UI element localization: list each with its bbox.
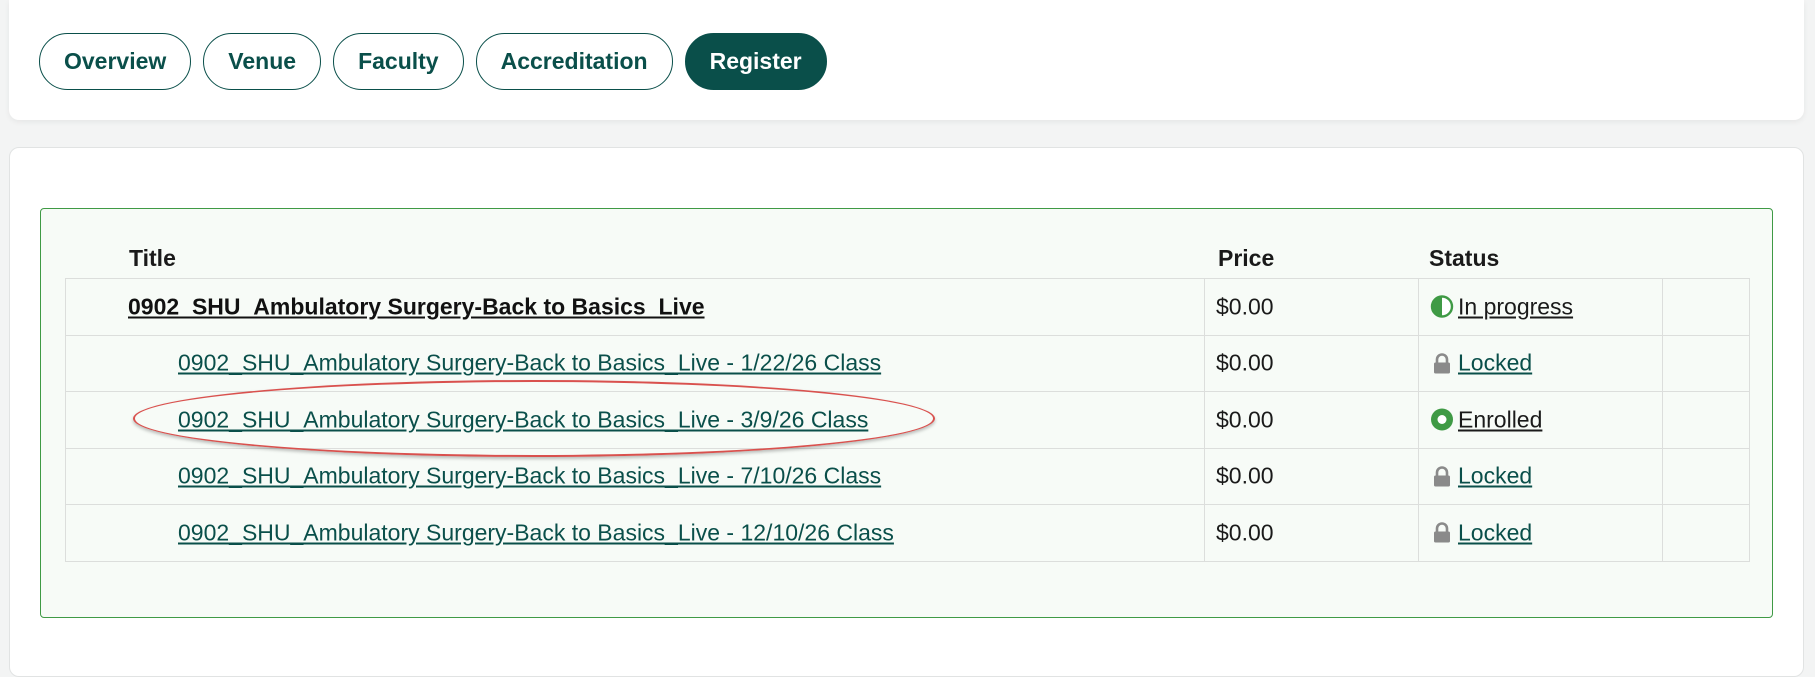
status-link-enrolled[interactable]: Enrolled <box>1458 406 1542 433</box>
table-row: 0902_SHU_Ambulatory Surgery-Back to Basi… <box>65 505 1750 562</box>
class-price: $0.00 <box>1216 462 1274 489</box>
enrolled-circle-icon <box>1431 408 1453 431</box>
tab-faculty[interactable]: Faculty <box>333 33 464 90</box>
table-row: 0902_SHU_Ambulatory Surgery-Back to Basi… <box>65 392 1750 449</box>
class-price: $0.00 <box>1216 519 1274 546</box>
table-header: Title Price Status <box>41 209 1772 271</box>
header-title: Title <box>129 245 176 271</box>
lock-icon <box>1434 353 1450 374</box>
tab-venue[interactable]: Venue <box>203 33 322 90</box>
lock-icon <box>1434 466 1450 487</box>
status-link-locked[interactable]: Locked <box>1458 350 1532 377</box>
tab-register[interactable]: Register <box>684 33 827 90</box>
content-card: Title Price Status 0902_SHU_Ambulatory S… <box>9 147 1804 677</box>
table-row: 0902_SHU_Ambulatory Surgery-Back to Basi… <box>65 448 1750 505</box>
status-link-in-progress[interactable]: In progress <box>1458 293 1573 320</box>
status-cell: Locked <box>1430 463 1532 490</box>
class-title-link[interactable]: 0902_SHU_Ambulatory Surgery-Back to Basi… <box>178 463 881 490</box>
status-link-locked[interactable]: Locked <box>1458 519 1532 546</box>
table-row: 0902_SHU_Ambulatory Surgery-Back to Basi… <box>65 279 1750 336</box>
status-cell: Locked <box>1430 519 1532 546</box>
tab-bar-card: Overview Venue Faculty Accreditation Reg… <box>9 0 1804 120</box>
lock-icon <box>1434 522 1450 543</box>
class-price: $0.00 <box>1216 349 1274 376</box>
tab-bar: Overview Venue Faculty Accreditation Reg… <box>39 33 827 90</box>
status-cell: Locked <box>1430 350 1532 377</box>
class-title-link[interactable]: 0902_SHU_Ambulatory Surgery-Back to Basi… <box>178 519 894 546</box>
tab-accreditation[interactable]: Accreditation <box>475 33 673 90</box>
half-circle-icon <box>1430 295 1454 318</box>
class-price: $0.00 <box>1216 406 1274 433</box>
course-price: $0.00 <box>1216 293 1274 320</box>
class-title-link[interactable]: 0902_SHU_Ambulatory Surgery-Back to Basi… <box>178 406 868 433</box>
status-link-locked[interactable]: Locked <box>1458 463 1532 490</box>
status-cell: In progress <box>1430 293 1573 320</box>
status-cell: Enrolled <box>1430 406 1542 433</box>
header-price: Price <box>1218 245 1275 271</box>
header-status: Status <box>1429 245 1500 271</box>
course-title-link[interactable]: 0902_SHU_Ambulatory Surgery-Back to Basi… <box>128 293 705 320</box>
table-row: 0902_SHU_Ambulatory Surgery-Back to Basi… <box>65 335 1750 392</box>
class-title-link[interactable]: 0902_SHU_Ambulatory Surgery-Back to Basi… <box>178 350 881 377</box>
registration-box: Title Price Status 0902_SHU_Ambulatory S… <box>40 208 1773 618</box>
tab-overview[interactable]: Overview <box>39 33 192 90</box>
registration-table: 0902_SHU_Ambulatory Surgery-Back to Basi… <box>65 278 1750 562</box>
